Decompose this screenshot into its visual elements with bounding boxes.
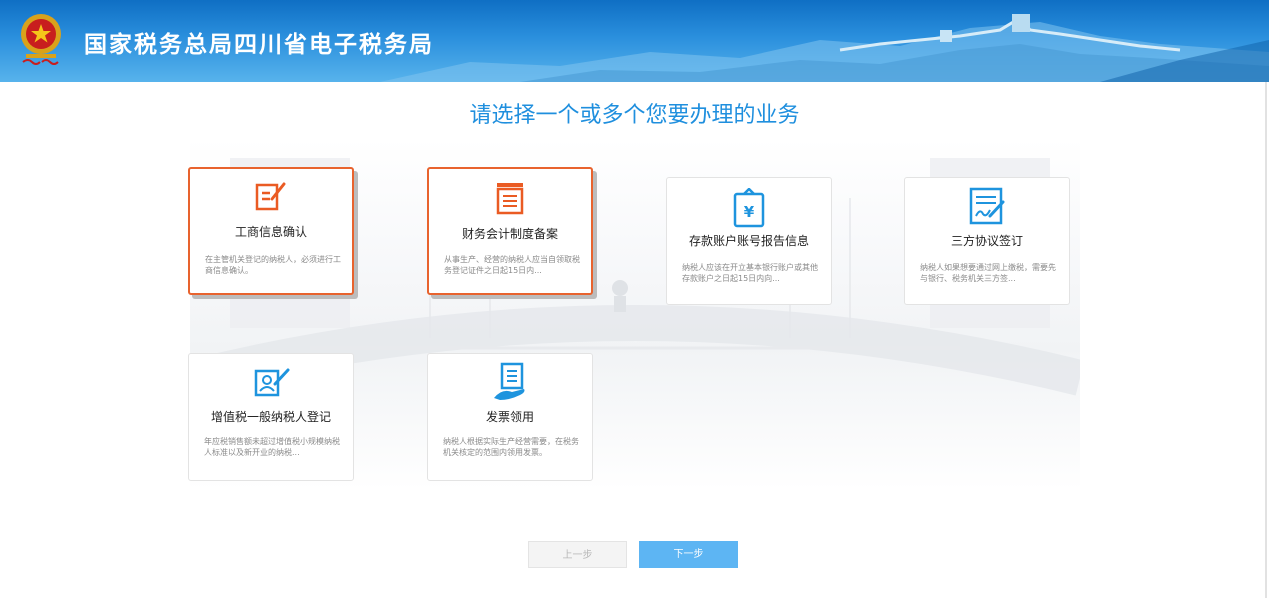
card-title: 发票领用: [485, 410, 534, 424]
card-description: 纳税人如果想要通过网上缴税，需要先与银行、税务机关三方签...: [920, 263, 1056, 283]
page-heading: 请选择一个或多个您要办理的业务: [469, 103, 800, 128]
national-emblem-logo: [18, 12, 64, 68]
business-card-4[interactable]: 三方协议签订 纳税人如果想要通过网上缴税，需要先与银行、税务机关三方签...: [904, 177, 1070, 305]
card-description: 在主管机关登记的纳税人，必须进行工商信息确认。: [205, 255, 341, 275]
svg-text:¥: ¥: [744, 203, 755, 221]
list-document-icon: [429, 181, 591, 215]
next-step-button[interactable]: 下一步: [639, 541, 738, 568]
edit-document-icon: [190, 181, 352, 213]
site-title: 国家税务总局四川省电子税务局: [84, 32, 434, 58]
card-title: 三方协议签订: [950, 234, 1023, 248]
card-description: 从事生产、经营的纳税人应当自领取税务登记证件之日起15日内...: [444, 255, 580, 275]
card-description: 纳税人应该在开立基本银行账户或其他存款账户之日起15日内向...: [682, 263, 818, 283]
prev-step-button[interactable]: 上一步: [528, 541, 627, 568]
business-card-2[interactable]: 财务会计制度备案 从事生产、经营的纳税人应当自领取税务登记证件之日起15日内..…: [427, 167, 593, 295]
card-title: 财务会计制度备案: [461, 227, 558, 241]
card-title: 工商信息确认: [234, 225, 307, 239]
card-description: 年应税销售额未超过增值税小规模纳税人标准以及新开业的纳税...: [204, 437, 340, 457]
business-card-5[interactable]: 增值税一般纳税人登记 年应税销售额未超过增值税小规模纳税人标准以及新开业的纳税.…: [188, 353, 354, 481]
sign-agreement-icon: [905, 186, 1069, 226]
yuan-bag-icon: ¥: [667, 188, 831, 228]
card-title: 增值税一般纳税人登记: [210, 410, 331, 424]
scrollbar-edge: [1265, 82, 1267, 598]
business-card-1[interactable]: 工商信息确认 在主管机关登记的纳税人，必须进行工商信息确认。: [188, 167, 354, 295]
person-register-icon: [189, 366, 353, 398]
card-title: 存款账户账号报告信息: [688, 234, 809, 248]
site-header: 国家税务总局四川省电子税务局: [0, 0, 1269, 82]
business-card-6[interactable]: 发票领用 纳税人根据实际生产经营需要，在税务机关核定的范围内领用发票。: [427, 353, 593, 481]
business-card-3[interactable]: ¥ 存款账户账号报告信息 纳税人应该在开立基本银行账户或其他存款账户之日起15日…: [666, 177, 832, 305]
invoice-hand-icon: [428, 362, 592, 402]
card-description: 纳税人根据实际生产经营需要，在税务机关核定的范围内领用发票。: [443, 437, 579, 457]
